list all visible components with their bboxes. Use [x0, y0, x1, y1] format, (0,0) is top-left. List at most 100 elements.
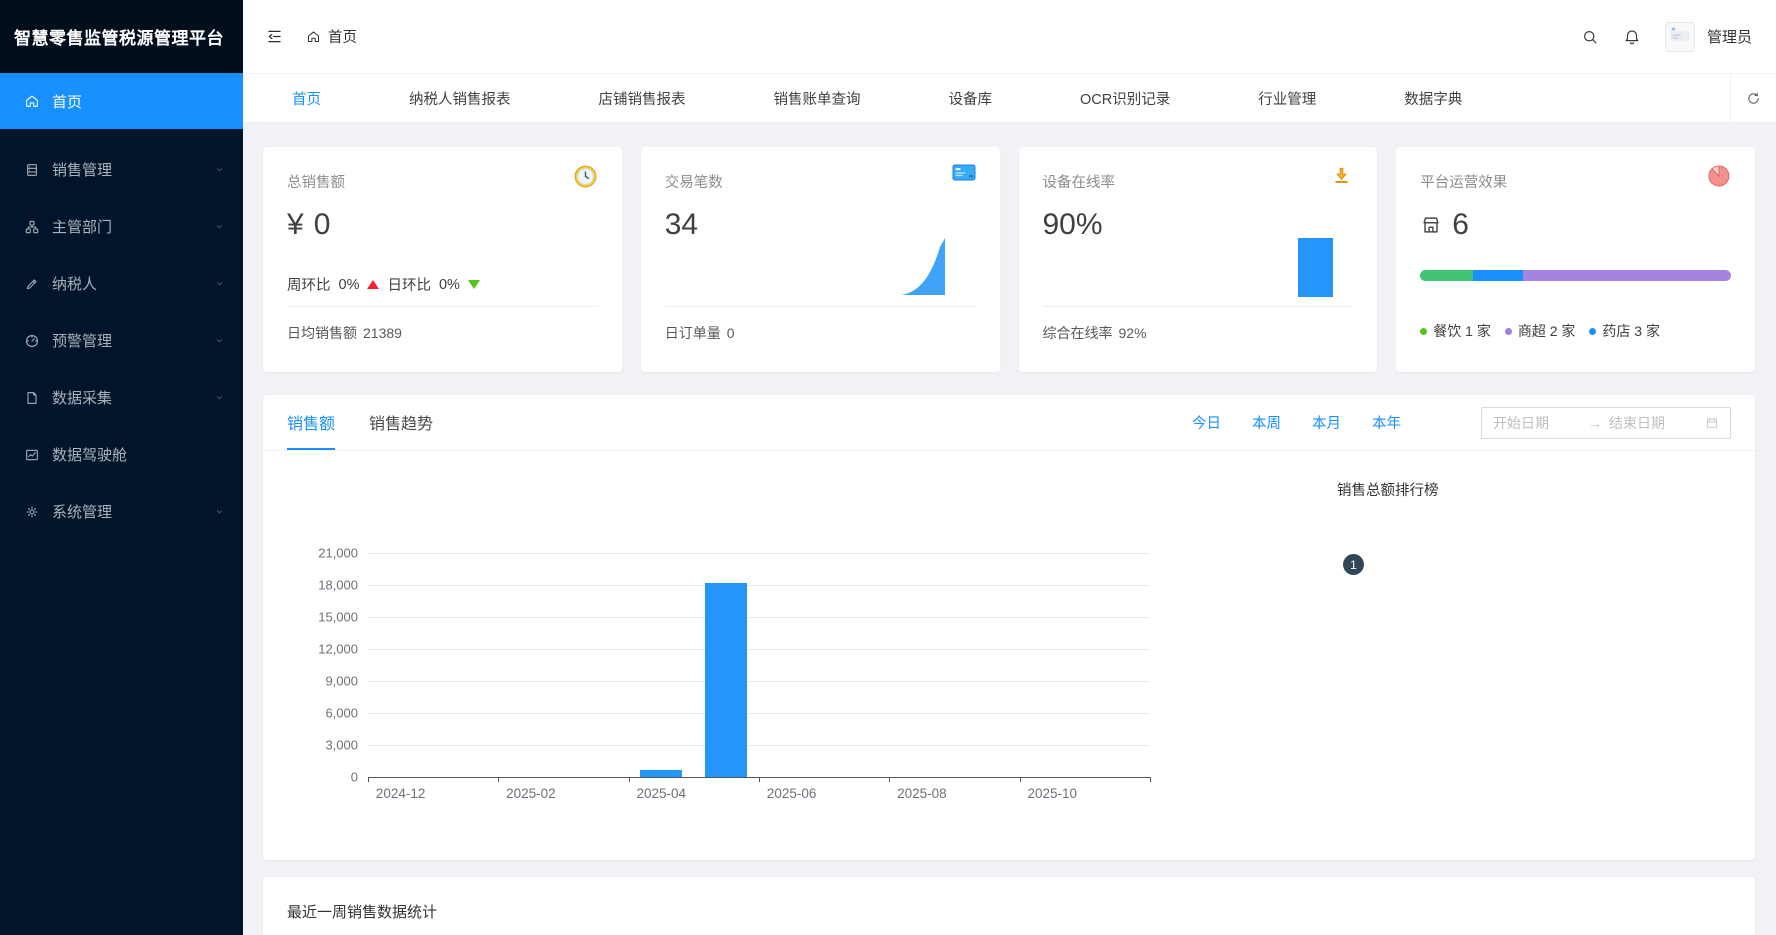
- sidebar-item-system[interactable]: 系统管理: [0, 483, 243, 540]
- stat-title: 总销售额: [287, 171, 598, 192]
- chart-y-tick-label: 0: [298, 770, 358, 785]
- chevron-down-icon: [214, 221, 225, 232]
- rank-badge: 1: [1343, 554, 1364, 575]
- legend-item: 药店 3 家: [1589, 321, 1660, 341]
- chart-gridline: [368, 649, 1150, 650]
- chart-bar[interactable]: [640, 770, 682, 777]
- mini-area-chart: [900, 235, 948, 297]
- currency-prefix: ¥: [287, 208, 304, 242]
- chevron-down-icon: [214, 392, 225, 403]
- chevron-down-icon: [214, 506, 225, 517]
- line-chart-icon: [24, 447, 40, 463]
- chart-y-tick-label: 15,000: [298, 610, 358, 625]
- stat-value-number: 90%: [1043, 208, 1103, 242]
- legend-item: 餐饮 1 家: [1420, 321, 1491, 341]
- home-icon: [24, 93, 40, 109]
- search-icon[interactable]: [1581, 28, 1599, 46]
- chart-x-label: 2025-06: [767, 786, 817, 801]
- chart-gridline: [368, 617, 1150, 618]
- chart-x-tick: [629, 777, 630, 782]
- gear-icon: [24, 504, 40, 520]
- sidebar-item-label: 系统管理: [52, 501, 112, 522]
- org-icon: [24, 219, 40, 235]
- pie-icon: [1707, 164, 1731, 188]
- nav-tab-3[interactable]: 销售账单查询: [774, 88, 861, 109]
- nav-tab-6[interactable]: 行业管理: [1258, 88, 1316, 109]
- chart-gridline: [368, 585, 1150, 586]
- sidebar-item-warning[interactable]: 预警管理: [0, 312, 243, 369]
- trend-label: 周环比: [287, 274, 331, 295]
- sidebar-item-sales[interactable]: 销售管理: [0, 141, 243, 198]
- stat-title: 交易笔数: [665, 171, 976, 192]
- sidebar-item-department[interactable]: 主管部门: [0, 198, 243, 255]
- sidebar: 智慧零售监管税源管理平台 首页销售管理主管部门纳税人预警管理数据采集数据驾驶舱系…: [0, 0, 243, 935]
- chart-x-label: 2025-02: [506, 786, 556, 801]
- chart-x-tick: [889, 777, 890, 782]
- legend-dot: [1420, 328, 1427, 335]
- avatar[interactable]: [1665, 22, 1695, 52]
- chart-y-tick-label: 3,000: [298, 738, 358, 753]
- shop-icon: [1420, 214, 1442, 236]
- chart-x-label: 2025-08: [897, 786, 947, 801]
- sidebar-item-collect[interactable]: 数据采集: [0, 369, 243, 426]
- user-name[interactable]: 管理员: [1707, 26, 1752, 47]
- stat-value: ¥ 0: [287, 208, 598, 242]
- legend-dot: [1505, 328, 1512, 335]
- divider: [1043, 306, 1354, 307]
- chart-gridline: [368, 745, 1150, 746]
- gauge-icon: [24, 333, 40, 349]
- stat-card-total-sales: 总销售额 ¥ 0 周环比 0% 日环比 0% 日均销售额 21389: [263, 147, 622, 372]
- nav-tab-7[interactable]: 数据字典: [1404, 88, 1462, 109]
- menu-fold-icon[interactable]: [265, 27, 284, 46]
- nav-tabs: 首页 纳税人销售报表 店铺销售报表 销售账单查询 设备库 OCR识别记录 行业管理 数据字典: [292, 88, 1730, 109]
- ranking-title: 销售总额排行榜: [1337, 479, 1439, 500]
- trend-row: 周环比 0% 日环比 0%: [287, 274, 480, 295]
- notification-icon[interactable]: [1623, 28, 1641, 46]
- sales-panel: 销售额 销售趋势 今日 本周 本月 本年 开始日期 → 结束日期 03,0006…: [263, 395, 1755, 860]
- sidebar-item-cockpit[interactable]: 数据驾驶舱: [0, 426, 243, 483]
- stat-value-number: 6: [1452, 208, 1469, 242]
- stat-card-transactions: 交易笔数 34 日订单量 0: [641, 147, 1000, 372]
- sidebar-menu: 首页销售管理主管部门纳税人预警管理数据采集数据驾驶舱系统管理: [0, 73, 243, 540]
- trend-value: 0%: [339, 277, 360, 293]
- chart-y-tick-label: 21,000: [298, 546, 358, 561]
- chevron-down-icon: [214, 335, 225, 346]
- trend-label: 日环比: [387, 274, 431, 295]
- stat-value-number: 34: [665, 208, 698, 242]
- chevron-down-icon: [214, 278, 225, 289]
- breadcrumb[interactable]: 首页: [306, 26, 357, 47]
- arrow-up-icon: [367, 280, 379, 289]
- stat-card-device-online: 设备在线率 90% 综合在线率 92%: [1019, 147, 1378, 372]
- refresh-icon[interactable]: [1730, 74, 1776, 122]
- stat-footer: 综合在线率 92%: [1043, 323, 1147, 343]
- chart-gridline: [368, 553, 1150, 554]
- header-actions: 管理员: [1581, 22, 1752, 52]
- chart-x-tick: [759, 777, 760, 782]
- stat-footer: 日均销售额 21389: [287, 323, 402, 343]
- sidebar-item-label: 销售管理: [52, 159, 112, 180]
- chart-x-tick: [1150, 777, 1151, 782]
- breadcrumb-home-label: 首页: [328, 26, 357, 47]
- sidebar-item-label: 首页: [52, 91, 82, 112]
- sidebar-item-taxpayer[interactable]: 纳税人: [0, 255, 243, 312]
- pen-icon: [24, 276, 40, 292]
- document-icon: [24, 162, 40, 178]
- nav-tab-1[interactable]: 纳税人销售报表: [409, 88, 511, 109]
- stat-cards-row: 总销售额 ¥ 0 周环比 0% 日环比 0% 日均销售额 21389 交易笔数 …: [263, 147, 1755, 372]
- chart-bar[interactable]: [705, 583, 747, 777]
- chart-gridline: [368, 681, 1150, 682]
- nav-tab-4[interactable]: 设备库: [949, 88, 993, 109]
- nav-tab-0[interactable]: 首页: [292, 88, 321, 109]
- divider: [665, 306, 976, 307]
- segmented-progress-bar: [1420, 270, 1731, 281]
- stat-title: 平台运营效果: [1420, 171, 1731, 192]
- app-logo: 智慧零售监管税源管理平台: [0, 0, 243, 73]
- legend: 餐饮 1 家 商超 2 家 药店 3 家: [1420, 321, 1660, 341]
- stat-title: 设备在线率: [1043, 171, 1354, 192]
- chart-x-tick: [498, 777, 499, 782]
- sidebar-item-home[interactable]: 首页: [0, 73, 243, 129]
- nav-tab-5[interactable]: OCR识别记录: [1080, 88, 1170, 109]
- progress-segment: [1523, 270, 1731, 281]
- nav-tab-2[interactable]: 店铺销售报表: [599, 88, 686, 109]
- download-icon: [1330, 164, 1353, 187]
